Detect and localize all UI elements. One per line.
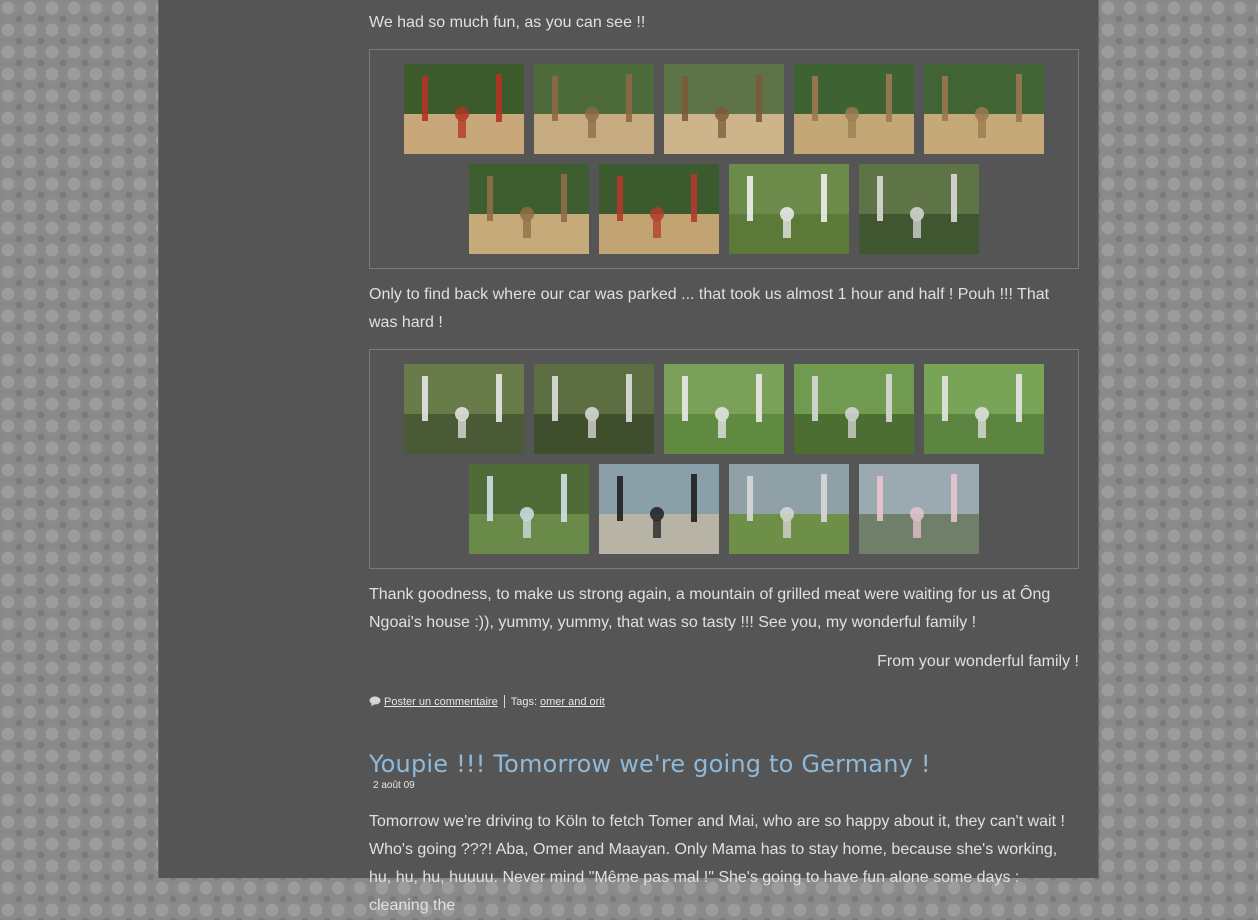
post-title-text[interactable]: Youpie !!! Tomorrow we're going to Germa… — [369, 750, 931, 778]
photo-thumbnail[interactable] — [859, 164, 979, 254]
photo-thumbnail[interactable] — [924, 64, 1044, 154]
photo-image — [924, 64, 1044, 154]
photo-thumbnail[interactable] — [924, 364, 1044, 454]
tag-link[interactable]: omer and orit — [540, 696, 605, 708]
photo-image — [469, 164, 589, 254]
meta-divider — [503, 695, 505, 708]
gallery-row — [370, 464, 1078, 554]
photo-thumbnail[interactable] — [794, 364, 914, 454]
photo-image — [664, 64, 784, 154]
post-comment-link[interactable]: Poster un commentaire — [384, 696, 498, 708]
photo-thumbnail[interactable] — [599, 164, 719, 254]
post-content: We had so much fun, as you can see !! On… — [369, 0, 1079, 920]
photo-thumbnail[interactable] — [469, 164, 589, 254]
photo-gallery-2 — [369, 349, 1079, 569]
photo-thumbnail[interactable] — [859, 464, 979, 554]
post-date: 2 août 09 — [373, 780, 415, 791]
photo-image — [924, 364, 1044, 454]
photo-image — [599, 164, 719, 254]
photo-thumbnail[interactable] — [664, 364, 784, 454]
photo-image — [794, 64, 914, 154]
photo-image — [729, 164, 849, 254]
comment-bubble-icon — [369, 696, 381, 707]
photo-gallery-1 — [369, 49, 1079, 269]
photo-image — [404, 64, 524, 154]
post-closing-text: Thank goodness, to make us strong again,… — [369, 586, 1051, 631]
post-title[interactable]: Youpie !!! Tomorrow we're going to Germa… — [369, 750, 1079, 778]
photo-image — [469, 464, 589, 554]
photo-image — [729, 464, 849, 554]
photo-thumbnail[interactable] — [404, 364, 524, 454]
photo-image — [534, 364, 654, 454]
photo-image — [859, 164, 979, 254]
photo-thumbnail[interactable] — [729, 464, 849, 554]
blog-column: We had so much fun, as you can see !! On… — [158, 0, 1099, 914]
photo-thumbnail[interactable] — [729, 164, 849, 254]
gallery-row — [370, 364, 1078, 454]
post-intro-text: We had so much fun, as you can see !! — [369, 14, 646, 31]
photo-image — [534, 64, 654, 154]
photo-image — [404, 364, 524, 454]
photo-thumbnail[interactable] — [794, 64, 914, 154]
gallery-row — [370, 64, 1078, 154]
tags-label: Tags: — [510, 695, 538, 708]
photo-thumbnail[interactable] — [599, 464, 719, 554]
post-signoff: From your wonderful family ! — [877, 653, 1079, 670]
photo-image — [794, 364, 914, 454]
gallery-row — [370, 164, 1078, 254]
photo-thumbnail[interactable] — [534, 364, 654, 454]
photo-thumbnail[interactable] — [469, 464, 589, 554]
photo-image — [859, 464, 979, 554]
post2-body-text: Tomorrow we're driving to Köln to fetch … — [369, 813, 1065, 914]
photo-thumbnail[interactable] — [534, 64, 654, 154]
photo-thumbnail[interactable] — [404, 64, 524, 154]
post-middle-text: Only to find back where our car was park… — [369, 286, 1050, 331]
photo-image — [664, 364, 784, 454]
photo-image — [599, 464, 719, 554]
post-meta: Poster un commentaire Tags: omer and ori… — [369, 695, 1079, 708]
photo-thumbnail[interactable] — [664, 64, 784, 154]
